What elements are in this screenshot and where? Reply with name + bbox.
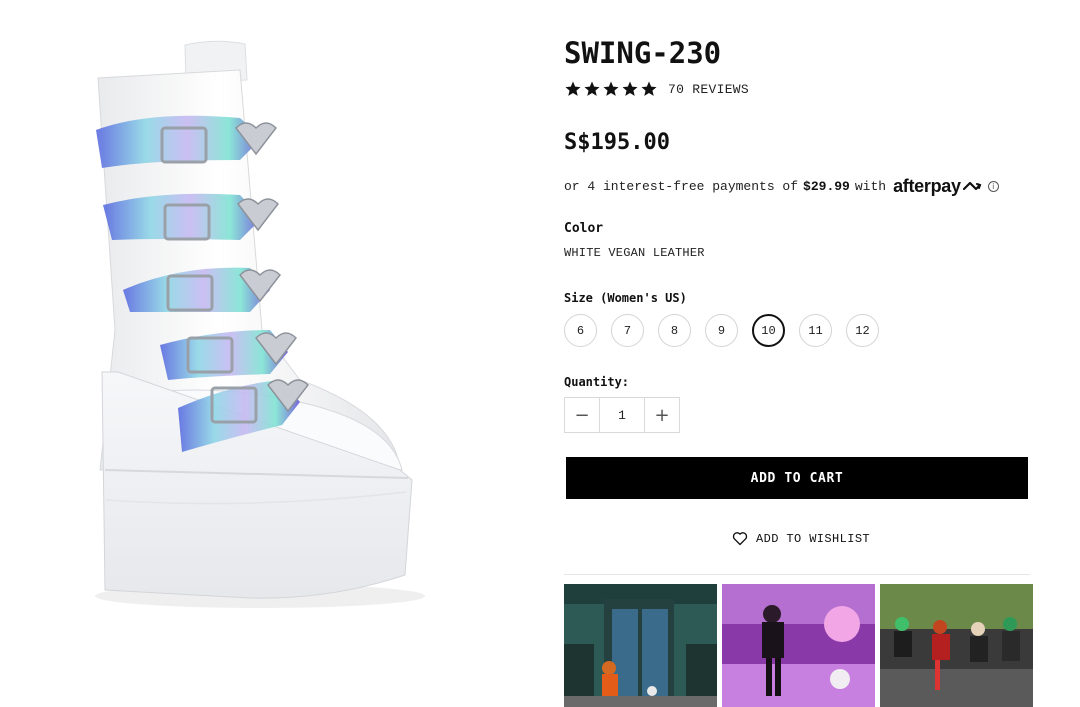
size-label: Size (Women's US) [564,291,687,305]
star-icon [603,81,619,96]
info-icon[interactable]: i [987,181,999,192]
add-to-wishlist-button[interactable]: ADD TO WISHLIST [732,531,870,546]
gallery-photo[interactable] [564,584,717,707]
reviews-link[interactable]: 70 REVIEWS [668,82,749,97]
lifestyle-gallery [564,584,1033,707]
product-title: SWING-230 [564,36,722,70]
size-option-9[interactable]: 9 [705,314,738,347]
gallery-photo[interactable] [722,584,875,707]
quantity-label: Quantity: [564,375,630,389]
gallery-photo-image [722,584,875,707]
add-to-cart-button[interactable]: ADD TO CART [566,457,1028,499]
afterpay-prefix: or 4 interest-free payments of [564,179,799,194]
size-option-10[interactable]: 10 [752,314,785,347]
quantity-increase-button[interactable]: + [645,398,679,432]
boot-illustration [95,40,425,608]
afterpay-suffix: with [854,179,887,194]
quantity-stepper: − 1 + [564,397,680,433]
star-icon [584,81,600,96]
size-option-8[interactable]: 8 [658,314,691,347]
star-icon [622,81,638,96]
quantity-decrease-button[interactable]: − [565,398,599,432]
product-image[interactable] [0,0,520,707]
afterpay-amount: $29.99 [803,179,850,194]
size-option-11[interactable]: 11 [799,314,832,347]
gallery-photo-image [880,584,1033,707]
size-options: 6 7 8 9 10 11 12 [564,314,879,347]
afterpay-logo: afterpay [893,176,983,197]
color-label: Color [564,221,604,236]
star-icon [565,81,581,96]
star-rating [564,80,658,98]
color-value: WHITE VEGAN LEATHER [564,246,705,260]
divider [564,574,1030,575]
afterpay-arrows-icon [962,181,981,190]
quantity-input[interactable]: 1 [599,398,645,432]
product-price: S$195.00 [564,130,670,155]
size-option-12[interactable]: 12 [846,314,879,347]
rating[interactable]: 70 REVIEWS [564,80,749,98]
gallery-photo-image [564,584,717,707]
afterpay-message: or 4 interest-free payments of $29.99 wi… [564,176,999,197]
size-option-7[interactable]: 7 [611,314,644,347]
size-option-6[interactable]: 6 [564,314,597,347]
wishlist-label: ADD TO WISHLIST [756,531,871,546]
heart-icon [732,532,748,546]
star-icon [641,81,657,96]
afterpay-brand: afterpay [893,176,961,196]
gallery-photo[interactable] [880,584,1033,707]
